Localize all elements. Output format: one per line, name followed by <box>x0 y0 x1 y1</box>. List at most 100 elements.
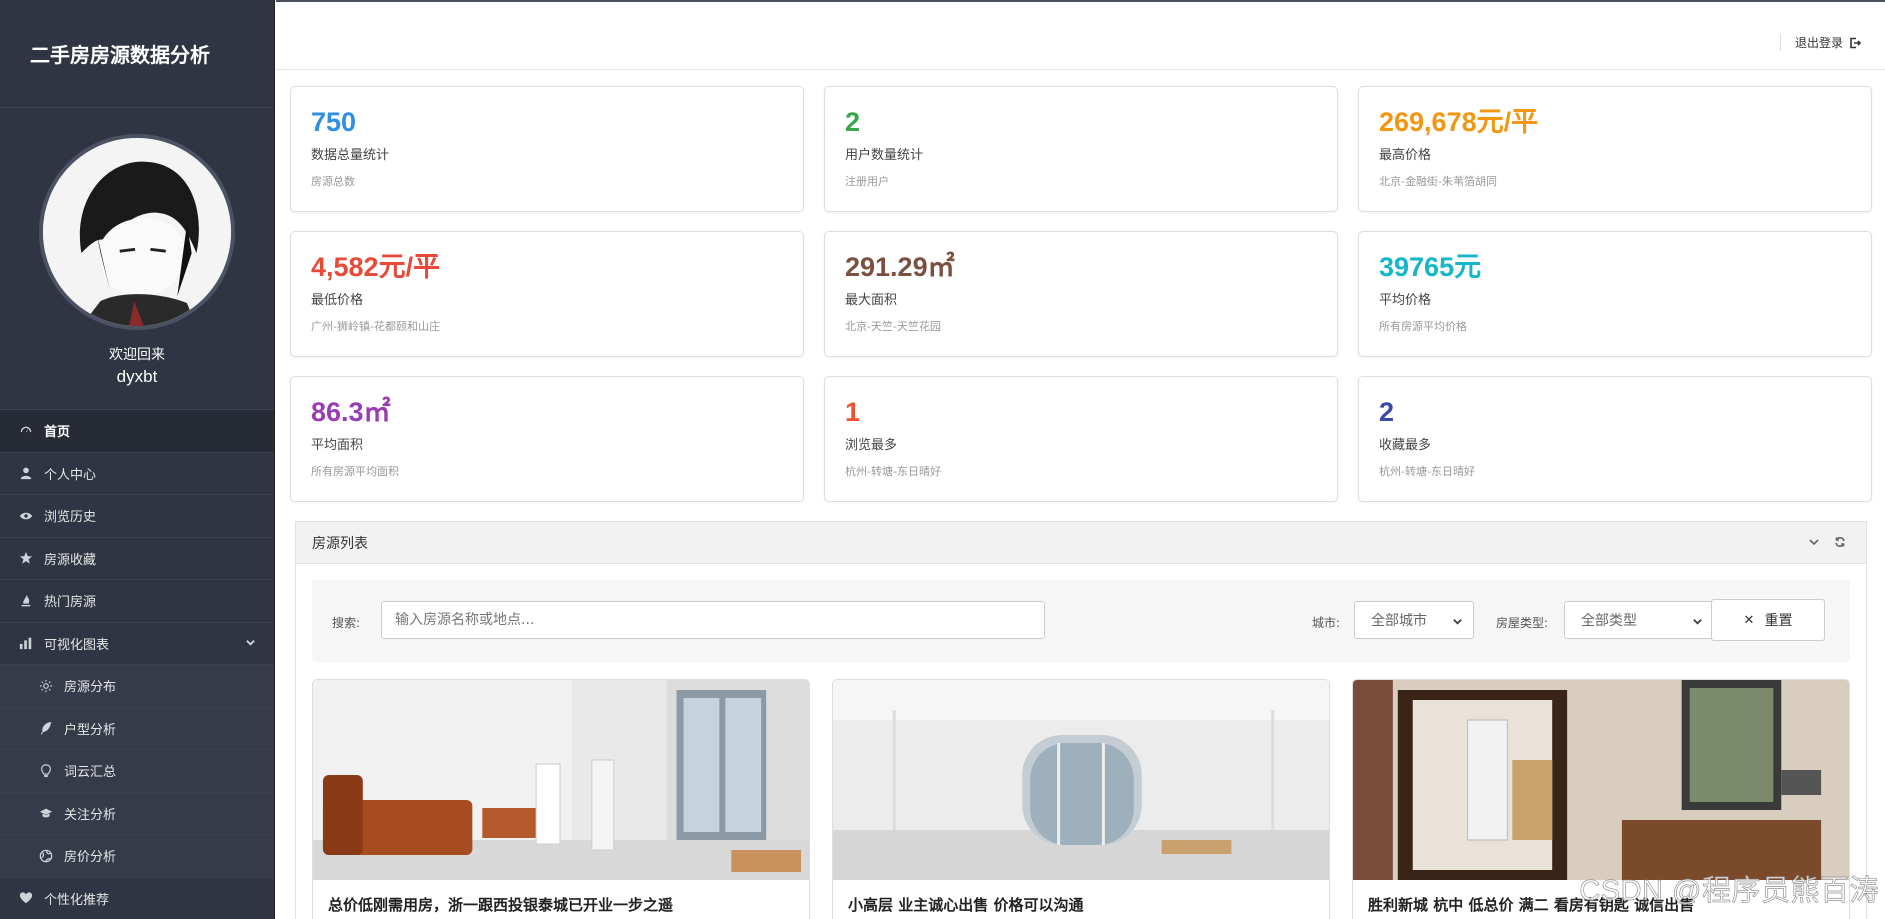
stat-value: 750 <box>311 107 357 137</box>
stat-label: 数据总量统计 <box>311 148 390 163</box>
stat-sub: 杭州-转塘-东日晴好 <box>845 465 941 478</box>
stat-label: 用户数量统计 <box>845 148 924 163</box>
stat-label: 浏览最多 <box>845 438 898 453</box>
sidebar-item-label: 可视化图表 <box>44 637 110 653</box>
panel-title: 房源列表 <box>312 535 368 552</box>
stat-label: 最低价格 <box>311 293 364 308</box>
sidebar-item-label: 浏览历史 <box>44 510 97 526</box>
stat-card-min-price: 4,582元/平 最低价格 广州-狮岭镇-花都颐和山庄 <box>290 231 804 357</box>
sidebar-item-home[interactable]: 首页 <box>0 410 274 453</box>
stat-card-most-viewed: 1 浏览最多 杭州-转塘-东日晴好 <box>824 376 1338 502</box>
stat-label: 收藏最多 <box>1379 438 1432 453</box>
stat-sub: 北京-金融街-朱苇箔胡同 <box>1379 175 1497 188</box>
stat-sub: 广州-狮岭镇-花都颐和山庄 <box>311 320 440 333</box>
sidebar-item-personal[interactable]: 个人中心 <box>0 453 274 495</box>
stat-sub: 杭州-转塘-东日晴好 <box>1379 465 1475 478</box>
stat-card-max-area: 291.29㎡ 最大面积 北京-天竺-天竺花园 <box>824 231 1338 357</box>
welcome-text: 欢迎回来 <box>109 347 165 363</box>
stat-value: 39765元 <box>1379 252 1482 282</box>
stat-card-most-favorited: 2 收藏最多 杭州-转塘-东日晴好 <box>1358 376 1872 502</box>
sidebar-item-attention-analysis[interactable]: 关注分析 <box>0 792 274 835</box>
star-icon <box>18 550 34 566</box>
stat-value: 291.29㎡ <box>845 252 955 282</box>
stat-label: 最高价格 <box>1379 148 1432 163</box>
sidebar-item-label: 关注分析 <box>64 807 117 823</box>
stat-sub: 所有房源平均价格 <box>1379 320 1467 333</box>
logout-icon <box>1850 37 1861 48</box>
sidebar-item-recommend[interactable]: 个性化推荐 <box>0 878 274 919</box>
sidebar-item-price-analysis[interactable]: 房价分析 <box>0 835 274 878</box>
type-label: 房屋类型: <box>1496 616 1549 630</box>
stat-label: 平均面积 <box>311 438 364 453</box>
sidebar-item-layout-analysis[interactable]: 户型分析 <box>0 707 274 750</box>
listing-photo <box>313 680 809 880</box>
reset-button[interactable]: ✕ 重置 <box>1711 599 1825 641</box>
collapse-icon[interactable] <box>1808 536 1820 548</box>
topbar: 退出登录 <box>276 0 1885 70</box>
city-select[interactable]: 全部城市 <box>1354 601 1474 639</box>
stat-value: 2 <box>845 107 861 137</box>
stat-sub: 房源总数 <box>311 175 355 188</box>
panel-header: 房源列表 <box>296 522 1866 564</box>
feather-icon <box>38 720 54 736</box>
filter-bar: 搜索: 城市: 全部城市 房屋类型: 全部类型 ✕ 重置 <box>312 580 1850 662</box>
lightbulb-icon <box>38 763 54 779</box>
sidebar-item-label: 户型分析 <box>64 722 117 738</box>
stat-value: 4,582元/平 <box>311 252 441 282</box>
stat-sub: 所有房源平均面积 <box>311 465 399 478</box>
avatar <box>39 134 235 330</box>
sidebar-item-label: 个性化推荐 <box>44 892 110 908</box>
listing-card[interactable]: 总价低刚需用房，浙一跟西投银泰城已开业一步之遥 <box>312 679 810 919</box>
sidebar-item-distribution[interactable]: 房源分布 <box>0 665 274 708</box>
globe-icon <box>38 848 54 864</box>
sidebar-item-label: 房价分析 <box>64 850 117 866</box>
logout-label: 退出登录 <box>1794 36 1843 50</box>
search-input[interactable] <box>381 601 1045 639</box>
username: dyxbt <box>116 367 158 386</box>
stat-sub: 北京-天竺-天竺花园 <box>845 320 941 333</box>
close-icon: ✕ <box>1743 612 1755 628</box>
stat-card-total: 750 数据总量统计 房源总数 <box>290 86 804 212</box>
stat-value: 2 <box>1379 397 1395 427</box>
sidebar-item-label: 个人中心 <box>44 467 97 483</box>
panel-tools <box>1808 536 1846 548</box>
sidebar-item-wordcloud[interactable]: 词云汇总 <box>0 750 274 793</box>
logout-button[interactable]: 退出登录 <box>1779 34 1861 51</box>
eye-icon <box>18 508 34 524</box>
sun-icon <box>38 678 54 694</box>
city-label: 城市: <box>1312 616 1341 630</box>
chevron-down-icon <box>1453 619 1462 625</box>
stat-card-avg-price: 39765元 平均价格 所有房源平均价格 <box>1358 231 1872 357</box>
user-icon <box>18 465 34 481</box>
stat-sub: 注册用户 <box>845 175 889 188</box>
stat-label: 平均价格 <box>1379 293 1432 308</box>
watermark: CSDN @程序员熊百涛 <box>1579 875 1879 908</box>
graduation-cap-icon <box>38 805 54 821</box>
dashboard-icon <box>18 423 34 439</box>
reset-label: 重置 <box>1764 613 1793 629</box>
stat-card-users: 2 用户数量统计 注册用户 <box>824 86 1338 212</box>
listing-title: 小高层 业主诚心出售 价格可以沟通 <box>848 896 1084 914</box>
type-select[interactable]: 全部类型 <box>1564 601 1714 639</box>
refresh-icon[interactable] <box>1834 536 1846 548</box>
sidebar-item-label: 词云汇总 <box>64 765 117 781</box>
sidebar-item-hot[interactable]: 热门房源 <box>0 580 274 623</box>
listing-panel: 房源列表 搜索: 城市: 全部城市 房屋类型: 全部类型 ✕ 重置 <box>295 521 1867 919</box>
bar-chart-icon <box>18 635 34 651</box>
chevron-down-icon <box>245 637 256 652</box>
sidebar: 二手房房源数据分析 欢迎回来 dyxbt 首页 个人中心 浏览历史 房源收藏 热… <box>0 0 275 919</box>
sidebar-item-history[interactable]: 浏览历史 <box>0 495 274 538</box>
stat-value: 1 <box>845 397 861 427</box>
sidebar-item-label: 首页 <box>44 425 71 441</box>
search-label: 搜索: <box>332 616 361 630</box>
type-select-value: 全部类型 <box>1581 613 1637 629</box>
city-select-value: 全部城市 <box>1371 613 1427 629</box>
listing-card[interactable]: 小高层 业主诚心出售 价格可以沟通 <box>832 679 1330 919</box>
sidebar-item-charts[interactable]: 可视化图表 <box>0 623 274 665</box>
stat-label: 最大面积 <box>845 293 898 308</box>
sidebar-item-label: 房源分布 <box>64 680 117 696</box>
stat-value: 86.3㎡ <box>311 397 391 427</box>
fire-icon <box>18 593 34 609</box>
sidebar-item-favorites[interactable]: 房源收藏 <box>0 538 274 580</box>
stat-card-max-price: 269,678元/平 最高价格 北京-金融街-朱苇箔胡同 <box>1358 86 1872 212</box>
